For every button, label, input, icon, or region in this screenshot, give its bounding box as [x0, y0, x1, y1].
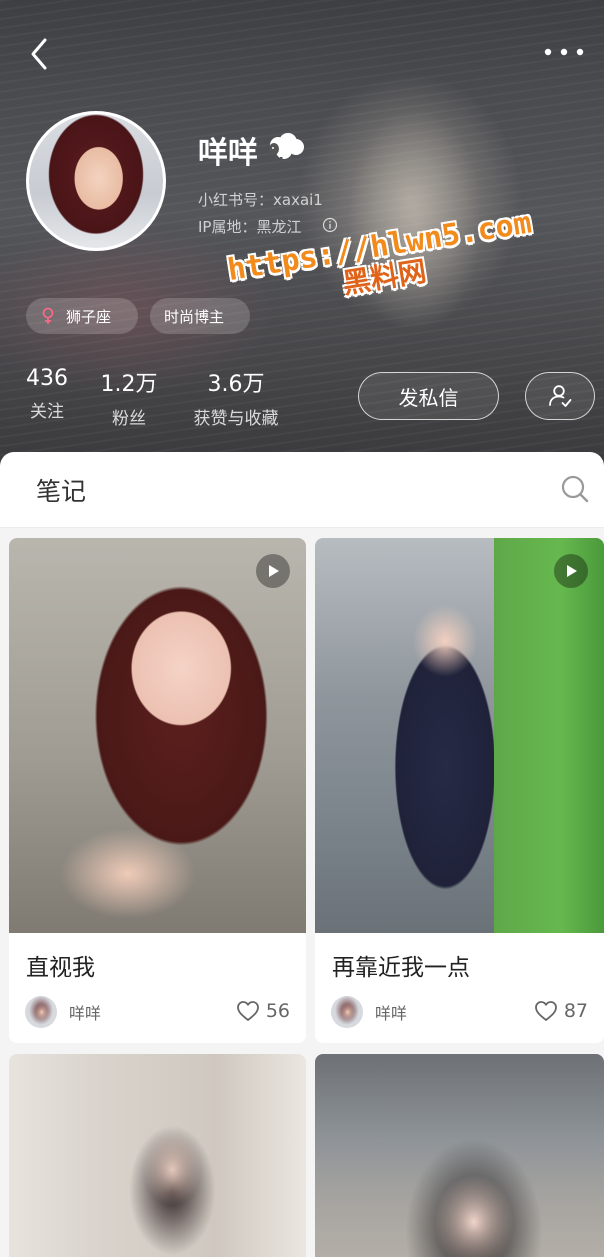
chevron-left-icon: [31, 38, 47, 70]
search-button[interactable]: [558, 472, 592, 506]
profile-avatar[interactable]: [26, 111, 166, 251]
more-dots-icon: [544, 48, 584, 56]
video-badge: [554, 554, 588, 588]
fans-count: 1.2万: [100, 372, 158, 397]
note-card[interactable]: 直视我 咩咩 56: [9, 538, 306, 1043]
follow-button[interactable]: [525, 372, 595, 420]
like-button[interactable]: 56: [236, 1000, 290, 1022]
author-avatar: [25, 996, 57, 1028]
play-icon: [269, 565, 279, 577]
note-cover-image: [9, 538, 306, 933]
note-title: 再靠近我一点: [332, 955, 470, 981]
note-author[interactable]: 咩咩: [25, 996, 101, 1028]
send-message-button[interactable]: 发私信: [358, 372, 499, 420]
heart-outline-icon: [236, 1001, 259, 1021]
info-icon[interactable]: [322, 217, 338, 233]
likes-count: 3.6万: [207, 372, 265, 397]
blogger-label: 时尚博主: [164, 307, 225, 326]
note-author[interactable]: 咩咩: [331, 996, 407, 1028]
stat-fans[interactable]: 1.2万 粉丝: [96, 366, 162, 429]
female-icon: [42, 307, 54, 324]
note-card[interactable]: [315, 1054, 604, 1257]
profile-nickname: 咩咩: [198, 136, 258, 171]
like-button[interactable]: 87: [534, 1000, 588, 1022]
note-card[interactable]: 再靠近我一点 咩咩 87: [315, 538, 604, 1043]
tab-notes[interactable]: 笔记: [36, 472, 86, 508]
zodiac-label: 狮子座: [66, 307, 112, 326]
note-cover-image: [315, 538, 604, 933]
user-check-icon: [549, 385, 572, 407]
stat-likes[interactable]: 3.6万 获赞与收藏: [186, 366, 286, 429]
following-label: 关注: [30, 402, 64, 422]
like-count: 87: [563, 1000, 588, 1022]
note-cover-image: [315, 1054, 604, 1257]
ip-location-text: IP属地：黑龙江: [198, 218, 302, 236]
like-count: 56: [265, 1000, 290, 1022]
fans-label: 粉丝: [112, 409, 146, 429]
video-badge: [256, 554, 290, 588]
zodiac-tag: 狮子座: [26, 298, 138, 334]
likes-label: 获赞与收藏: [193, 409, 279, 429]
back-button[interactable]: [24, 34, 56, 74]
note-cover-image: [9, 1054, 306, 1257]
author-avatar: [331, 996, 363, 1028]
sheep-icon: [266, 131, 306, 165]
search-icon: [561, 475, 589, 503]
tab-bar: 笔记: [0, 452, 604, 528]
note-card[interactable]: [9, 1054, 306, 1257]
following-count: 436: [26, 366, 68, 391]
author-name: 咩咩: [375, 1004, 408, 1023]
note-title: 直视我: [26, 955, 95, 981]
author-name: 咩咩: [69, 1004, 102, 1023]
heart-outline-icon: [534, 1001, 557, 1021]
play-icon: [567, 565, 577, 577]
more-button[interactable]: [540, 38, 590, 66]
red-id-text: 小红书号：xaxai1: [198, 191, 323, 209]
stat-following[interactable]: 436 关注: [22, 366, 72, 422]
